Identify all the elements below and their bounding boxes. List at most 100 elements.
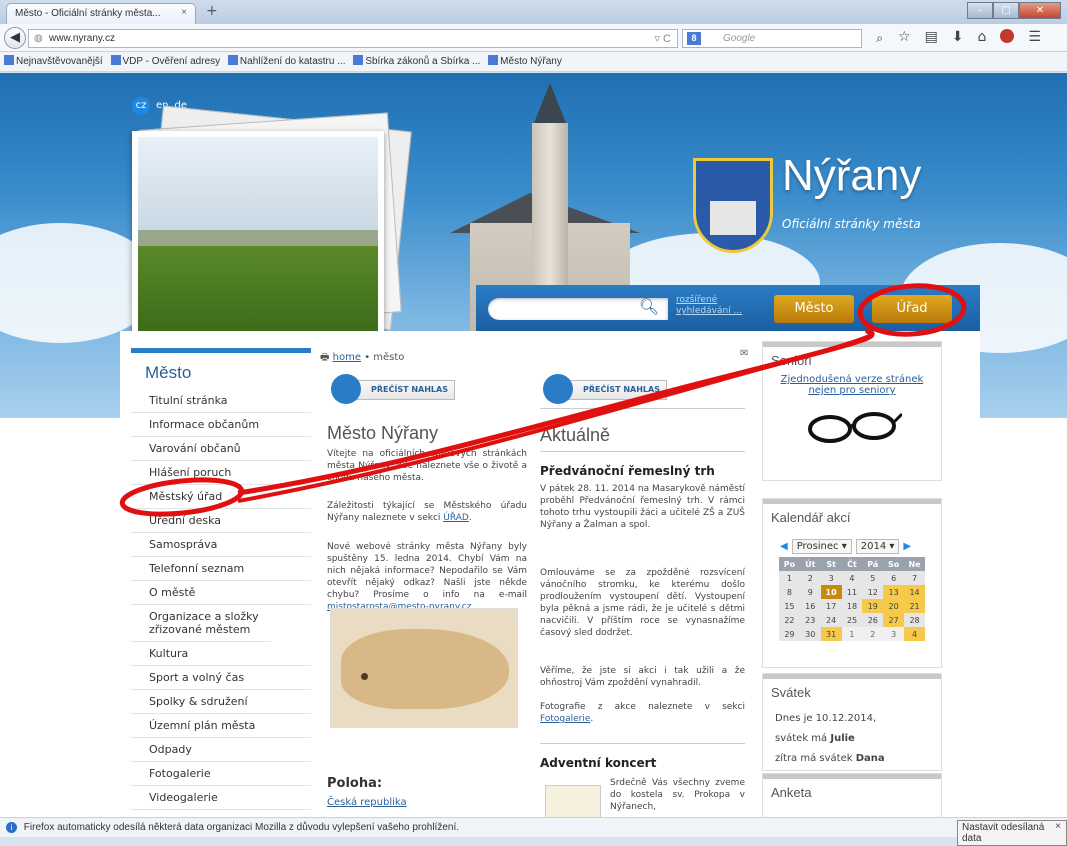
seniors-link[interactable]: Zjednodušená verze stránek nejen pro sen… bbox=[763, 374, 941, 396]
url-bar[interactable]: ◍ www.nyrany.cz ▿ C bbox=[28, 29, 678, 48]
calendar-day[interactable]: 16 bbox=[799, 599, 821, 613]
breadcrumb-home[interactable]: home bbox=[333, 352, 361, 363]
calendar-day[interactable]: 1 bbox=[779, 571, 800, 585]
mesto-button[interactable]: Město bbox=[774, 295, 854, 323]
download-icon[interactable]: ⬇ bbox=[952, 29, 964, 45]
bookmark-item[interactable]: Sbírka zákonů a Sbírka ... bbox=[353, 55, 480, 67]
calendar-day[interactable]: 25 bbox=[841, 613, 863, 627]
calendar-day[interactable]: 28 bbox=[904, 613, 925, 627]
bookmark-item[interactable]: VDP - Ověření adresy bbox=[110, 55, 220, 67]
calendar-day[interactable]: 4 bbox=[841, 571, 863, 585]
nav-item[interactable]: Informace občanům bbox=[131, 413, 311, 437]
calendar-day[interactable]: 30 bbox=[799, 627, 821, 641]
adblock-icon[interactable] bbox=[1000, 29, 1015, 43]
calendar-day[interactable]: 26 bbox=[862, 613, 884, 627]
advanced-search-link[interactable]: rozšířené vyhledávání ... bbox=[676, 295, 746, 317]
news-article-title[interactable]: Adventní koncert bbox=[540, 756, 656, 770]
nav-item[interactable]: Sport a volný čas bbox=[131, 666, 311, 690]
bookmark-star-icon[interactable]: ☆ bbox=[898, 29, 911, 45]
search-box[interactable]: 8 Google ⌕ bbox=[682, 29, 883, 48]
nav-item[interactable]: Odpady bbox=[131, 738, 311, 762]
gallery-link[interactable]: Fotogalerie bbox=[540, 714, 590, 724]
nav-item[interactable]: Územní plán města bbox=[131, 714, 311, 738]
month-select[interactable]: Prosinec ▾ bbox=[791, 539, 852, 554]
reading-list-icon[interactable]: ▤ bbox=[925, 29, 938, 45]
magnifier-icon[interactable]: ⌕ bbox=[876, 31, 883, 46]
tab-close-icon[interactable]: × bbox=[181, 7, 187, 18]
calendar-day-today[interactable]: 10 bbox=[820, 585, 842, 599]
nav-item[interactable]: Úřední deska bbox=[131, 509, 311, 533]
location-map[interactable] bbox=[330, 608, 518, 728]
search-engine-icon[interactable]: 8 bbox=[687, 32, 701, 45]
search-icon[interactable]: 🔍︎ bbox=[634, 295, 664, 319]
calendar-day[interactable]: 22 bbox=[779, 613, 800, 627]
nav-item[interactable]: Městský úřad bbox=[131, 485, 311, 509]
new-tab-button[interactable]: + bbox=[206, 3, 218, 19]
calendar-day-next-month[interactable]: 2 bbox=[862, 627, 884, 641]
calendar-day[interactable]: 23 bbox=[799, 613, 821, 627]
nav-item[interactable]: Telefonní seznam bbox=[131, 557, 311, 581]
nav-item[interactable]: Spolky & sdružení bbox=[131, 690, 311, 714]
nav-item[interactable]: O městě bbox=[131, 581, 311, 605]
bookmark-item[interactable]: Město Nýřany bbox=[488, 55, 562, 67]
calendar-day[interactable]: 2 bbox=[799, 571, 821, 585]
reload-icon[interactable]: ▿ C bbox=[654, 32, 671, 45]
urad-button[interactable]: Úřad bbox=[872, 295, 952, 323]
minimize-button[interactable]: – bbox=[967, 2, 993, 19]
calendar-day[interactable]: 18 bbox=[841, 599, 863, 613]
calendar-day-event[interactable]: 20 bbox=[883, 599, 905, 613]
data-settings-button[interactable]: Nastavit odesílaná data bbox=[957, 820, 1067, 846]
urad-link[interactable]: ÚŘAD bbox=[443, 513, 469, 523]
calendar-day[interactable]: 17 bbox=[820, 599, 842, 613]
calendar-day[interactable]: 7 bbox=[904, 571, 925, 585]
calendar-day[interactable]: 3 bbox=[820, 571, 842, 585]
calendar-day[interactable]: 15 bbox=[779, 599, 800, 613]
calendar-day[interactable]: 11 bbox=[841, 585, 863, 599]
read-aloud-button[interactable]: PŘEČÍST NAHLAS bbox=[543, 374, 667, 404]
calendar-day[interactable]: 12 bbox=[862, 585, 884, 599]
bookmark-item[interactable]: Nahlížení do katastru ... bbox=[227, 55, 346, 67]
home-icon[interactable]: ⌂ bbox=[978, 29, 987, 45]
close-notification-icon[interactable]: × bbox=[1055, 821, 1061, 832]
calendar-day[interactable]: 9 bbox=[799, 585, 821, 599]
calendar-day-event[interactable]: 21 bbox=[904, 599, 925, 613]
calendar-day-next-month[interactable]: 3 bbox=[883, 627, 905, 641]
bookmark-item[interactable]: Nejnavštěvovanější bbox=[4, 55, 103, 67]
tab-active[interactable]: Město - Oficiální stránky města... × bbox=[6, 3, 196, 24]
calendar-day[interactable]: 29 bbox=[779, 627, 800, 641]
close-window-button[interactable]: ✕ bbox=[1019, 2, 1061, 19]
advent-poster-thumbnail[interactable] bbox=[545, 785, 601, 817]
coat-of-arms-logo[interactable] bbox=[693, 158, 773, 253]
nav-item[interactable]: Videogalerie bbox=[131, 786, 311, 810]
calendar-day-next-month[interactable]: 1 bbox=[841, 627, 863, 641]
nav-item[interactable]: Organizace a složky zřizované městem bbox=[131, 605, 271, 642]
print-icon[interactable]: 🖶︎ bbox=[320, 352, 329, 363]
menu-icon[interactable]: ☰ bbox=[1028, 29, 1041, 45]
calendar-day[interactable]: 8 bbox=[779, 585, 800, 599]
calendar-day[interactable]: 24 bbox=[820, 613, 842, 627]
nav-item[interactable]: Samospráva bbox=[131, 533, 311, 557]
nav-item[interactable]: Fotogalerie bbox=[131, 762, 311, 786]
calendar-day[interactable]: 5 bbox=[862, 571, 884, 585]
site-title[interactable]: Nýřany bbox=[782, 151, 921, 201]
nav-item[interactable]: Hlášení poruch bbox=[131, 461, 311, 485]
calendar-day-event[interactable]: 31 bbox=[820, 627, 842, 641]
year-select[interactable]: 2014 ▾ bbox=[855, 539, 900, 554]
nav-item[interactable]: Titulní stránka bbox=[131, 389, 311, 413]
nav-item[interactable]: Kultura bbox=[131, 642, 311, 666]
maximize-button[interactable]: □ bbox=[993, 2, 1019, 19]
nav-item[interactable]: Varování občanů bbox=[131, 437, 311, 461]
next-month-icon[interactable]: ▶ bbox=[903, 541, 911, 552]
back-button[interactable]: ◀ bbox=[4, 27, 26, 49]
calendar-day-event[interactable]: 4 bbox=[904, 627, 925, 641]
prev-month-icon[interactable]: ◀ bbox=[780, 541, 788, 552]
calendar-day[interactable]: 6 bbox=[883, 571, 905, 585]
country-link[interactable]: Česká republika bbox=[327, 797, 407, 808]
read-aloud-button[interactable]: PŘEČÍST NAHLAS bbox=[331, 374, 455, 404]
calendar-day-event[interactable]: 19 bbox=[862, 599, 884, 613]
calendar-day-event[interactable]: 13 bbox=[883, 585, 905, 599]
lang-cz[interactable]: cz bbox=[132, 97, 150, 115]
calendar-day-event[interactable]: 27 bbox=[883, 613, 905, 627]
email-icon[interactable]: ✉ bbox=[740, 348, 748, 359]
news-article-title[interactable]: Předvánoční řemeslný trh bbox=[540, 464, 715, 478]
